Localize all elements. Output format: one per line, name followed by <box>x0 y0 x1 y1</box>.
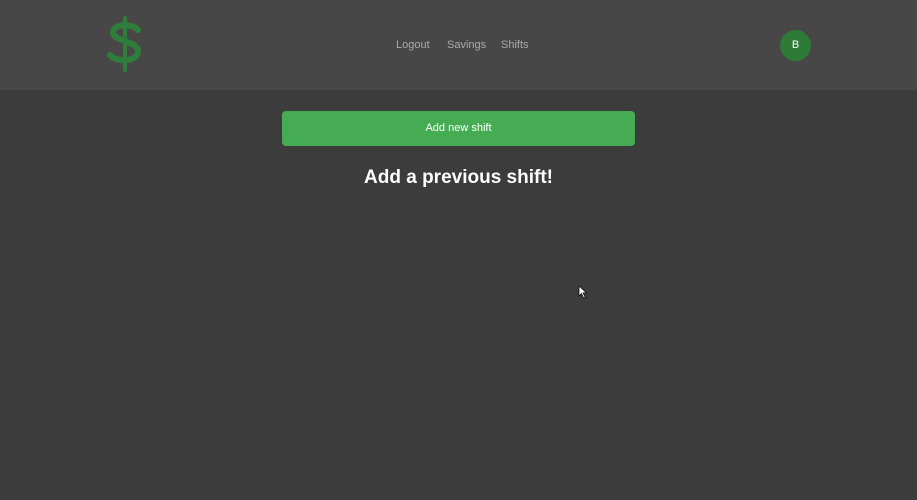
mouse-cursor-icon <box>578 285 588 299</box>
nav-savings-link[interactable]: Savings <box>447 38 486 52</box>
user-avatar[interactable]: B <box>780 30 811 61</box>
nav-logout-link[interactable]: Logout <box>396 38 430 52</box>
nav-shifts-link[interactable]: Shifts <box>501 38 529 52</box>
empty-state-heading: Add a previous shift! <box>364 167 553 188</box>
dollar-sign-icon[interactable] <box>104 16 146 72</box>
app-header: Logout Savings Shifts B <box>0 0 917 90</box>
add-new-shift-button[interactable]: Add new shift <box>282 111 635 146</box>
